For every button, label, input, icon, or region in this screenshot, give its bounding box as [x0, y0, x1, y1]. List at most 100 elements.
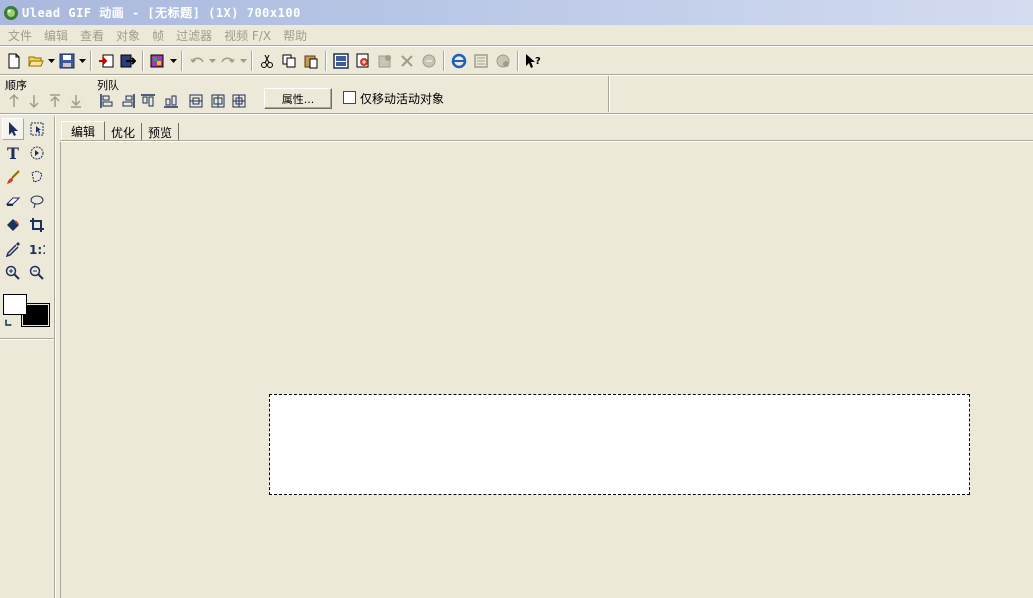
lasso-tool[interactable] [26, 190, 48, 212]
move-active-only-checkbox[interactable] [343, 91, 356, 104]
open-button[interactable] [25, 50, 47, 72]
lasso-marquee-tool[interactable] [26, 166, 48, 188]
menu-bar: 文件 编辑 查看 对象 帧 过滤器 视频 F/X 帮助 [0, 25, 1033, 45]
menu-frame[interactable]: 帧 [146, 27, 170, 44]
export-button[interactable] [117, 50, 139, 72]
copy-icon [282, 54, 296, 68]
actual-size-tool[interactable]: 1:1 [26, 238, 48, 260]
fill-tool[interactable] [2, 214, 24, 236]
save-dropdown[interactable] [78, 50, 87, 72]
menu-file[interactable]: 文件 [2, 27, 38, 44]
align-top-icon [140, 94, 155, 107]
palette-dropdown[interactable] [169, 50, 178, 72]
palette-icon [150, 54, 164, 68]
ellipse-select-icon [30, 146, 44, 160]
redo-icon [221, 57, 235, 63]
marquee-tool[interactable] [26, 118, 48, 140]
align-center-horizontal-button[interactable] [208, 92, 227, 110]
preview-browser-icon [451, 53, 467, 69]
import-icon [99, 54, 114, 68]
zoom-out-tool[interactable] [26, 262, 48, 284]
menu-edit[interactable]: 编辑 [38, 27, 74, 44]
context-help-button[interactable]: ? [522, 50, 544, 72]
menu-video-fx[interactable]: 视频 F/X [218, 27, 277, 44]
ellipse-marquee-tool[interactable] [26, 142, 48, 164]
arrow-down-icon [28, 95, 39, 109]
chevron-down-icon [209, 59, 216, 63]
tab-optimize[interactable]: 优化 [105, 123, 143, 141]
text-tool[interactable]: T [2, 142, 24, 164]
align-right-button[interactable] [118, 92, 137, 110]
frame-properties-button[interactable] [374, 50, 396, 72]
import-button[interactable] [95, 50, 117, 72]
arrow-up-icon [8, 93, 19, 107]
foreground-color-swatch[interactable] [3, 294, 27, 315]
chevron-down-icon [48, 59, 55, 63]
paintbrush-tool[interactable] [2, 166, 24, 188]
crop-button[interactable] [396, 50, 418, 72]
copy-button[interactable] [278, 50, 300, 72]
menu-help[interactable]: 帮助 [277, 27, 313, 44]
zoom-in-icon [5, 265, 20, 280]
bring-to-front-button[interactable] [45, 92, 64, 110]
optimize-button[interactable] [470, 50, 492, 72]
undo-dropdown[interactable] [208, 50, 217, 72]
open-dropdown[interactable] [47, 50, 56, 72]
eyedropper-icon [5, 242, 20, 257]
optimize-wizard-button[interactable] [492, 50, 514, 72]
align-center-icon [232, 94, 245, 108]
toolbar-end-separator [608, 76, 610, 112]
send-backward-button[interactable] [24, 92, 43, 110]
cut-button[interactable] [256, 50, 278, 72]
menu-filter[interactable]: 过滤器 [170, 27, 218, 44]
lasso-select-icon [31, 170, 43, 183]
add-image-button[interactable] [352, 50, 374, 72]
paste-button[interactable] [300, 50, 322, 72]
paste-icon [304, 55, 318, 69]
crop-tool[interactable] [26, 214, 48, 236]
align-center-button[interactable] [229, 92, 248, 110]
toolbar-separator [181, 51, 183, 71]
tween-button[interactable] [418, 50, 440, 72]
align-left-button[interactable] [97, 92, 116, 110]
toolbar-separator [142, 51, 144, 71]
align-bottom-button[interactable] [161, 92, 180, 110]
redo-dropdown[interactable] [239, 50, 248, 72]
add-frame-button[interactable] [330, 50, 352, 72]
new-file-button[interactable] [3, 50, 25, 72]
redo-button[interactable] [217, 50, 239, 72]
undo-button[interactable] [186, 50, 208, 72]
toolbar-separator [90, 51, 92, 71]
toolbar-separator [517, 51, 519, 71]
menu-view[interactable]: 查看 [74, 27, 110, 44]
eyedropper-tool[interactable] [2, 238, 24, 260]
align-right-icon [122, 94, 135, 108]
properties-button[interactable]: 属性... [264, 88, 332, 109]
bring-forward-button[interactable] [4, 92, 23, 110]
tab-preview[interactable]: 预览 [142, 123, 180, 141]
add-frame-icon [333, 53, 349, 69]
main-toolbar: ? [0, 48, 1033, 74]
image-canvas[interactable] [269, 394, 970, 495]
order-label: 顺序 [5, 79, 27, 92]
align-center-h-icon [211, 94, 224, 108]
zoom-in-tool[interactable] [2, 262, 24, 284]
crop-frame-icon [30, 218, 44, 232]
send-to-back-button[interactable] [66, 92, 85, 110]
align-center-vertical-button[interactable] [186, 92, 205, 110]
toolbar-bottom-line [0, 113, 1033, 115]
swap-colors-icon[interactable] [4, 317, 16, 329]
svg-text:1:1: 1:1 [29, 243, 45, 257]
eraser-tool[interactable] [2, 190, 24, 212]
align-top-button[interactable] [138, 92, 157, 110]
tab-edit[interactable]: 编辑 [61, 121, 106, 141]
save-button[interactable] [56, 50, 78, 72]
arrow-pointer-icon [9, 122, 18, 136]
palette-button[interactable] [147, 50, 169, 72]
pick-tool[interactable] [2, 118, 24, 140]
menu-object[interactable]: 对象 [110, 27, 146, 44]
export-icon [120, 54, 136, 68]
window-title: Ulead GIF 动画 - [无标题] (1X) 700x100 [22, 6, 301, 20]
text-icon: T [7, 145, 19, 161]
preview-browser-button[interactable] [448, 50, 470, 72]
